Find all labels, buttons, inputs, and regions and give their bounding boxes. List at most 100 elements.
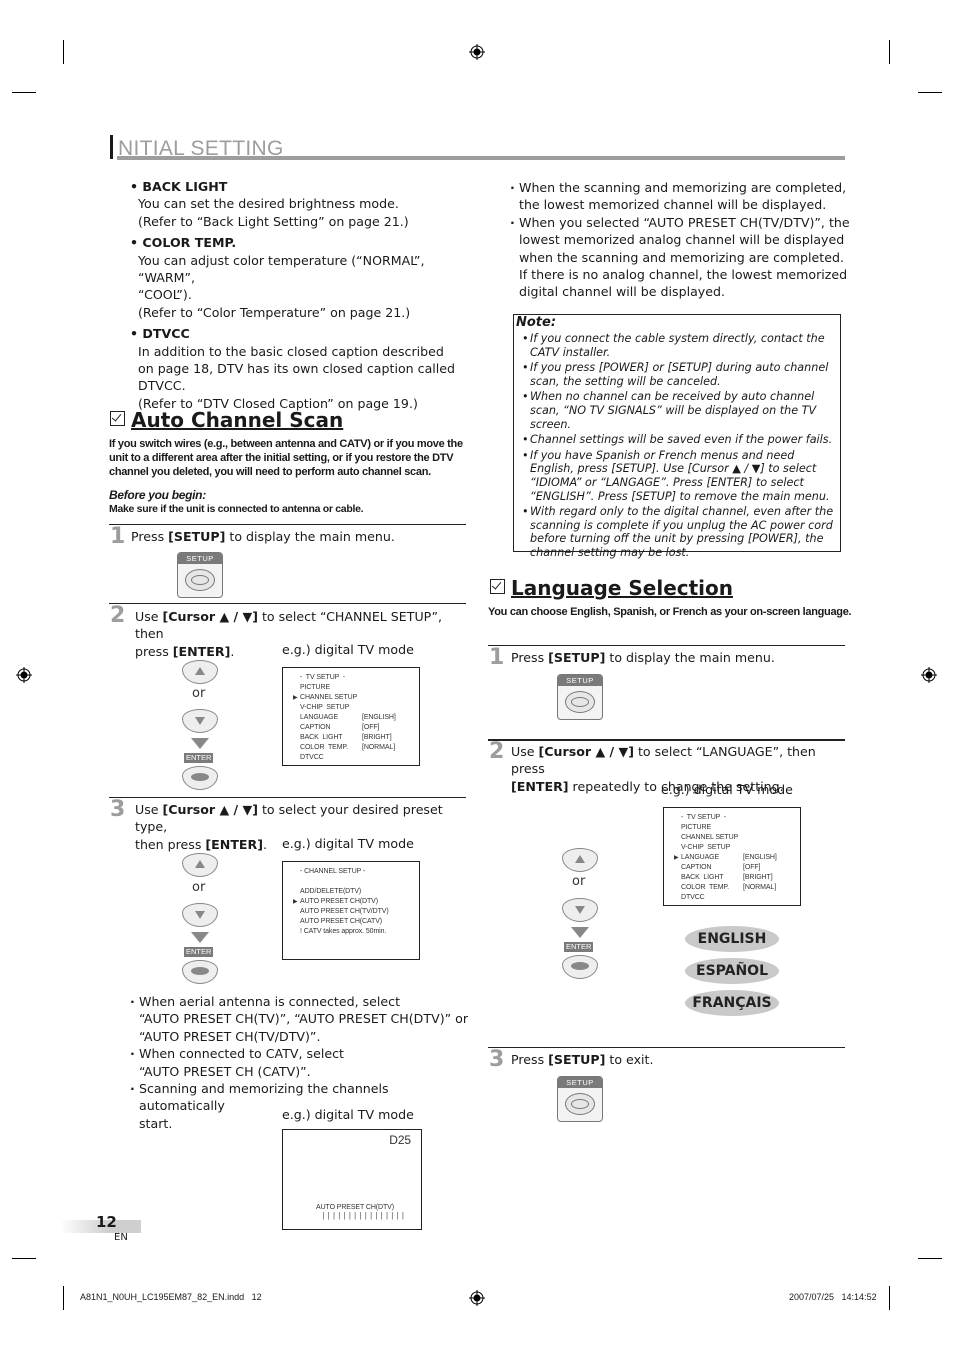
tv-setup-menu-screen: - TV SETUP - PICTURE CHANNEL SETUP V-CHI… bbox=[663, 807, 801, 906]
step-number: 2 bbox=[489, 739, 505, 764]
note-item: Channel settings will be saved even if t… bbox=[514, 433, 840, 447]
menu-item: COLOR TEMP. [NORMAL] bbox=[681, 884, 777, 891]
step-divider bbox=[109, 797, 466, 798]
menu-item: DTVCC bbox=[300, 754, 324, 761]
channel-number: D25 bbox=[389, 1133, 411, 1147]
scan-progress-bar: |||||||||||||||| bbox=[321, 1212, 406, 1221]
auto-scan-intro: If you switch wires (e.g., between anten… bbox=[109, 438, 463, 478]
header-accent-bar bbox=[110, 135, 113, 159]
step-number: 1 bbox=[489, 645, 505, 670]
bullet-color-temp: • COLOR TEMP. You can adjust color tempe… bbox=[130, 235, 425, 320]
step-divider bbox=[488, 645, 845, 646]
channel-setup-menu-screen: - CHANNEL SETUP - ADD/DELETE(DTV) AUTO P… bbox=[282, 861, 420, 960]
example-label: e.g.) digital TV mode bbox=[282, 642, 414, 657]
tv-setup-menu-screen: - TV SETUP - PICTURE CHANNEL SETUP V-CHI… bbox=[282, 667, 420, 766]
menu-item-selected: LANGUAGE[ENGLISH] bbox=[674, 853, 800, 863]
enter-button-icon bbox=[562, 955, 598, 979]
note-box: Note: If you connect the cable system di… bbox=[513, 314, 841, 559]
step-number: 3 bbox=[110, 797, 126, 822]
cursor-up-button-icon bbox=[562, 848, 598, 872]
crop-mark bbox=[12, 92, 36, 93]
or-label: or bbox=[572, 874, 586, 889]
menu-item: V-CHIP SETUP bbox=[681, 844, 731, 851]
step-divider bbox=[109, 603, 466, 604]
setup-button-icon: SETUP bbox=[557, 674, 603, 720]
enter-button-icon bbox=[182, 960, 218, 984]
cursor-up-button-icon bbox=[182, 853, 218, 877]
setup-button-icon: SETUP bbox=[177, 552, 223, 598]
menu-item: BACK LIGHT [BRIGHT] bbox=[681, 874, 773, 881]
page-number: 12 bbox=[96, 1213, 117, 1231]
step-divider bbox=[488, 739, 845, 741]
menu-item: CAPTION [OFF] bbox=[300, 724, 380, 731]
crop-mark bbox=[918, 1258, 942, 1259]
step-number: 2 bbox=[110, 603, 126, 628]
bullet-item: When connected to CATV, select“AUTO PRES… bbox=[130, 1045, 475, 1080]
step-divider bbox=[109, 524, 466, 525]
step-number: 3 bbox=[489, 1047, 505, 1072]
enter-label: ENTER bbox=[184, 753, 214, 763]
lang-step-1-text: Press [SETUP] to display the main menu. bbox=[511, 650, 775, 665]
menu-item: AUTO PRESET CH(CATV) bbox=[300, 918, 383, 925]
menu-item: V-CHIP SETUP bbox=[300, 704, 350, 711]
menu-item: COLOR TEMP. [NORMAL] bbox=[300, 744, 396, 751]
crop-mark bbox=[889, 40, 890, 64]
step-number: 1 bbox=[110, 524, 126, 549]
crop-mark bbox=[889, 1286, 890, 1310]
bullet-dtvcc: • DTVCC In addition to the basic closed … bbox=[130, 326, 456, 411]
language-heading: Language Selection bbox=[490, 576, 733, 600]
note-item: If you connect the cable system directly… bbox=[514, 332, 840, 359]
menu-item: CHANNEL SETUP bbox=[681, 834, 739, 841]
menu-note: ! CATV takes approx. 50min. bbox=[300, 928, 387, 935]
crop-mark bbox=[12, 1258, 36, 1259]
page-language: EN bbox=[114, 1232, 128, 1243]
bullet-item: When aerial antenna is connected, select… bbox=[130, 993, 475, 1045]
registration-mark-icon bbox=[469, 44, 485, 60]
menu-item: LANGUAGE [ENGLISH] bbox=[300, 714, 396, 721]
header-rule bbox=[117, 156, 845, 160]
menu-item: ADD/DELETE(DTV) bbox=[300, 888, 362, 895]
step-divider bbox=[488, 1047, 845, 1048]
enter-label: ENTER bbox=[564, 942, 594, 952]
auto-scan-heading: Auto Channel Scan bbox=[110, 408, 343, 432]
enter-button-icon bbox=[182, 766, 218, 790]
menu-item-selected: CHANNEL SETUP bbox=[293, 693, 419, 703]
language-option-english: ENGLISH bbox=[685, 926, 779, 952]
bullet-item: When the scanning and memorizing are com… bbox=[510, 179, 850, 214]
language-intro: You can choose English, Spanish, or Fren… bbox=[488, 606, 852, 618]
registration-mark-icon bbox=[469, 1290, 485, 1306]
menu-item: PICTURE bbox=[681, 824, 712, 831]
menu-item: CAPTION [OFF] bbox=[681, 864, 761, 871]
example-label: e.g.) digital TV mode bbox=[282, 836, 414, 851]
language-option-francais: FRANÇAIS bbox=[685, 990, 779, 1016]
right-bullets: When the scanning and memorizing are com… bbox=[510, 179, 850, 301]
menu-item: BACK LIGHT [BRIGHT] bbox=[300, 734, 392, 741]
menu-item: DTVCC bbox=[681, 894, 705, 901]
or-label: or bbox=[192, 880, 206, 895]
enter-label: ENTER bbox=[184, 947, 214, 957]
example-label: e.g.) digital TV mode bbox=[661, 782, 793, 797]
note-item: With regard only to the digital channel,… bbox=[514, 505, 840, 559]
example-label: e.g.) digital TV mode bbox=[282, 1107, 414, 1122]
footer-timestamp: 2007/07/25 14:14:52 bbox=[789, 1292, 877, 1302]
cursor-down-button-icon bbox=[182, 903, 218, 927]
note-title: Note: bbox=[516, 315, 557, 330]
setup-button-icon: SETUP bbox=[557, 1076, 603, 1122]
crop-mark bbox=[63, 1286, 64, 1310]
arrow-down-icon bbox=[191, 932, 209, 943]
menu-item: AUTO PRESET CH(TV/DTV) bbox=[300, 908, 389, 915]
language-option-espanol: ESPAÑOL bbox=[685, 958, 779, 984]
menu-item-selected: AUTO PRESET CH(DTV) bbox=[293, 897, 419, 907]
step-1-text: Press [SETUP] to display the main menu. bbox=[131, 529, 395, 544]
cursor-down-button-icon bbox=[182, 709, 218, 733]
crop-mark bbox=[918, 92, 942, 93]
lang-step-3-text: Press [SETUP] to exit. bbox=[511, 1052, 654, 1067]
scan-progress-screen: D25 AUTO PRESET CH(DTV) |||||||||||||||| bbox=[282, 1129, 422, 1230]
registration-mark-icon bbox=[16, 667, 32, 683]
cursor-up-button-icon bbox=[182, 660, 218, 684]
bullet-item: When you selected “AUTO PRESET CH(TV/DTV… bbox=[510, 214, 850, 301]
bullet-back-light: • BACK LIGHT You can set the desired bri… bbox=[130, 179, 409, 229]
intro-bullets: • BACK LIGHT You can set the desired bri… bbox=[130, 178, 480, 412]
footer-filename: A81N1_N0UH_LC195EM87_82_EN.indd 12 bbox=[80, 1292, 262, 1302]
note-item: When no channel can be received by auto … bbox=[514, 390, 840, 431]
